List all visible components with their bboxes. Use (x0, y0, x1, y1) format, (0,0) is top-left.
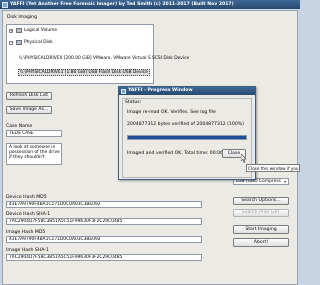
device-sha1-field[interactable]: 7AC2904D7F5BC3B51A5C51F99630F3F2C29C0485 (6, 218, 202, 225)
progress-bar-fill (128, 136, 246, 139)
image-sha1-label: Image Hash SHA-1 (6, 248, 49, 253)
image-sha1-field[interactable]: 7AC2904D7F5BC3B51A5C51F99630F3F2C29C0485 (6, 254, 202, 261)
status-line-2: 2004877312 bytes verified of 2004877312 … (127, 122, 244, 127)
mouse-cursor-icon (241, 154, 247, 163)
main-window-title: YAFFI (Yet Another Free Forensic Imager)… (10, 2, 234, 7)
disk-imaging-group-label: Disk Imaging (7, 15, 37, 20)
status-group: Status: Image re-read OK. Verifies. See … (122, 98, 252, 178)
tree-item-logical-volume[interactable]: Logical Volume (24, 28, 57, 33)
start-imaging-button[interactable]: Start Imaging (233, 225, 289, 234)
case-name-field[interactable]: TEDS CASE (6, 130, 62, 137)
close-tooltip: Close this window if you wish to (246, 164, 300, 172)
notes-textarea[interactable]: A look at someone in possession of the d… (6, 143, 62, 165)
status-line-3: Imaged and verified OK. Total time: 00:0… (127, 151, 231, 156)
app-icon (2, 1, 8, 8)
main-title-bar[interactable]: YAFFI (Yet Another Free Forensic Imager)… (0, 0, 300, 9)
collapse-physical-icon[interactable]: − (9, 41, 13, 45)
logical-volume-icon (16, 28, 22, 33)
search-prior-gpt-button[interactable]: Search Prior GPT (233, 209, 289, 217)
refresh-disk-list-button[interactable]: Refresh Disk List (6, 92, 52, 100)
status-line-1: Image re-read OK. Verifies. See log file (127, 110, 216, 115)
progress-app-icon (121, 88, 126, 94)
chevron-down-icon[interactable] (284, 181, 286, 183)
device-tree[interactable]: + Logical Volume − Physical Disk \\.\PHY… (6, 24, 189, 84)
tree-item-disk-1[interactable]: \\.\PHYSICALDRIVE1 [1.86 GiB] USB Flash … (18, 69, 150, 76)
progress-window-title: YAFFI - Progress Window (128, 88, 193, 93)
abort-button[interactable]: Abort! (233, 238, 289, 247)
physical-disk-icon (16, 40, 22, 45)
progress-title-bar[interactable]: YAFFI - Progress Window (119, 87, 255, 95)
progress-bar (127, 135, 247, 140)
case-name-label: Case Name (6, 124, 33, 129)
status-label: Status: (125, 100, 142, 105)
save-image-as-button[interactable]: Save Image As... (6, 106, 52, 114)
image-md5-label: Image Hash MD5 (6, 230, 46, 235)
progress-window: YAFFI - Progress Window Status: Image re… (118, 86, 256, 180)
expand-logical-icon[interactable]: + (9, 29, 13, 33)
tree-item-physical-disk[interactable]: Physical Disk (24, 40, 53, 45)
device-sha1-label: Device Hash SHA-1 (6, 212, 51, 217)
device-md5-field[interactable]: 43E7A9790F4BA1C171D0C0A03C3BE092 (6, 201, 202, 208)
device-md5-label: Device Hash MD5 (6, 195, 47, 200)
search-options-button[interactable]: Search Options... (233, 197, 289, 205)
tree-item-disk-0[interactable]: \\.\PHYSICALDRIVE0 [200.00 GiB] VMware, … (19, 56, 189, 61)
image-md5-field[interactable]: 43E7A9790F4BA1C171D0C0A03C3BE092 (6, 236, 202, 243)
